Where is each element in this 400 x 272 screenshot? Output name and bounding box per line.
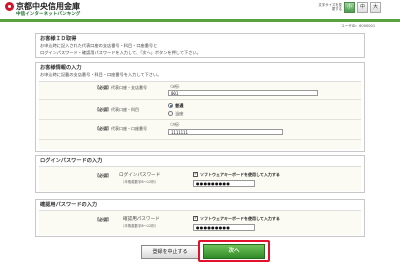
required-label: 【必須】: [95, 126, 111, 131]
required-label: 【必須】: [95, 85, 111, 90]
user-id: ユーザID：6000001: [341, 24, 376, 28]
header-divider: [0, 19, 400, 22]
section-customer-info: お客様情報の入力 お申込時に記載の支店番号・科目・口座番号を入力して下さい。 【…: [35, 62, 365, 152]
confirm-password-note: （半角英数字6〜12桁）: [121, 224, 158, 228]
section-description: お申込時に記載の支店番号・科目・口座番号を入力して下さい。: [40, 72, 162, 77]
account-number-input[interactable]: 1111111: [168, 129, 283, 135]
bank-logo-icon: [5, 2, 14, 11]
branch-row: 【必須】 代表口座・支店番号 （3桁） 001: [39, 82, 361, 100]
cancel-registration-button[interactable]: 登録を中止する: [141, 245, 199, 259]
service-name: 中信インターネットバンキング: [16, 12, 81, 17]
login-password-label: ログインパスワード: [119, 173, 161, 178]
login-password-input[interactable]: ●●●●●●●●●: [193, 180, 255, 187]
required-label: 【必須】: [95, 107, 111, 112]
section-id-acquisition: お客様ＩＤ取得 お申込時に記入された代表口座の支店番号・科目・口座番号と ログイ…: [35, 33, 365, 58]
required-label: 【必須】: [95, 173, 111, 178]
fontsize-medium-button[interactable]: 中: [357, 2, 368, 13]
fontsize-label: 文字サイズを変更する: [318, 3, 342, 11]
software-keyboard-checkbox[interactable]: [193, 172, 198, 177]
subject-label: 代表口座・科目: [111, 107, 139, 112]
confirm-password-form: 【必須】 確認用パスワード （半角英数字6〜12桁） ソフトウェアキーボードを使…: [39, 210, 361, 235]
section-title: 確認用パスワードの入力: [40, 202, 98, 208]
instruction-text-2: ログインパスワード・確認用パスワードを入力して、「次へ」ボタンを押して下さい。: [40, 50, 201, 55]
account-label: 代表口座・口座番号: [111, 126, 147, 131]
subject-row: 【必須】 代表口座・科目 普通 当座: [39, 100, 361, 120]
software-keyboard-label[interactable]: ソフトウェアキーボードを使用して入力する: [200, 172, 280, 178]
account-row: 【必須】 代表口座・口座番号 （7桁） 1111111: [39, 120, 361, 140]
branch-label: 代表口座・支店番号: [111, 85, 147, 90]
section-title: お客様ＩＤ取得: [40, 36, 77, 42]
login-password-note: （半角英数字6〜12桁）: [121, 180, 158, 184]
section-title: お客様情報の入力: [40, 65, 82, 71]
login-password-form: 【必須】 ログインパスワード （半角英数字6〜12桁） ソフトウェアキーボードを…: [39, 166, 361, 191]
subject-radio-ordinary[interactable]: [168, 103, 173, 108]
section-confirm-password: 確認用パスワードの入力 【必須】 確認用パスワード （半角英数字6〜12桁） ソ…: [35, 199, 365, 237]
branch-number-input[interactable]: 001: [168, 90, 318, 96]
subject-option-ordinary[interactable]: 普通: [175, 103, 183, 109]
instruction-text-1: お申込時に記入された代表口座の支店番号・科目・口座番号と: [40, 43, 158, 48]
header: 京都中央信用金庫 中信インターネットバンキング 文字サイズを変更する 小 中 大: [0, 0, 400, 19]
next-button[interactable]: 次へ: [203, 244, 265, 259]
confirm-password-label: 確認用パスワード: [123, 217, 160, 222]
subject-option-current[interactable]: 当座: [175, 111, 183, 117]
software-keyboard-checkbox[interactable]: [193, 216, 198, 221]
fontsize-large-button[interactable]: 大: [370, 2, 381, 13]
software-keyboard-label[interactable]: ソフトウェアキーボードを使用して入力する: [200, 216, 280, 222]
fontsize-small-button[interactable]: 小: [344, 2, 355, 13]
subject-radio-current[interactable]: [168, 111, 173, 116]
section-login-password: ログインパスワードの入力 【必須】 ログインパスワード （半角英数字6〜12桁）…: [35, 155, 365, 193]
confirm-password-input[interactable]: ●●●●●●●●●: [193, 224, 255, 231]
account-hint: （7桁）: [168, 122, 182, 127]
required-label: 【必須】: [95, 217, 111, 222]
customer-form: 【必須】 代表口座・支店番号 （3桁） 001 【必須】 代表口座・科目 普通 …: [39, 81, 361, 149]
section-title: ログインパスワードの入力: [40, 158, 103, 164]
